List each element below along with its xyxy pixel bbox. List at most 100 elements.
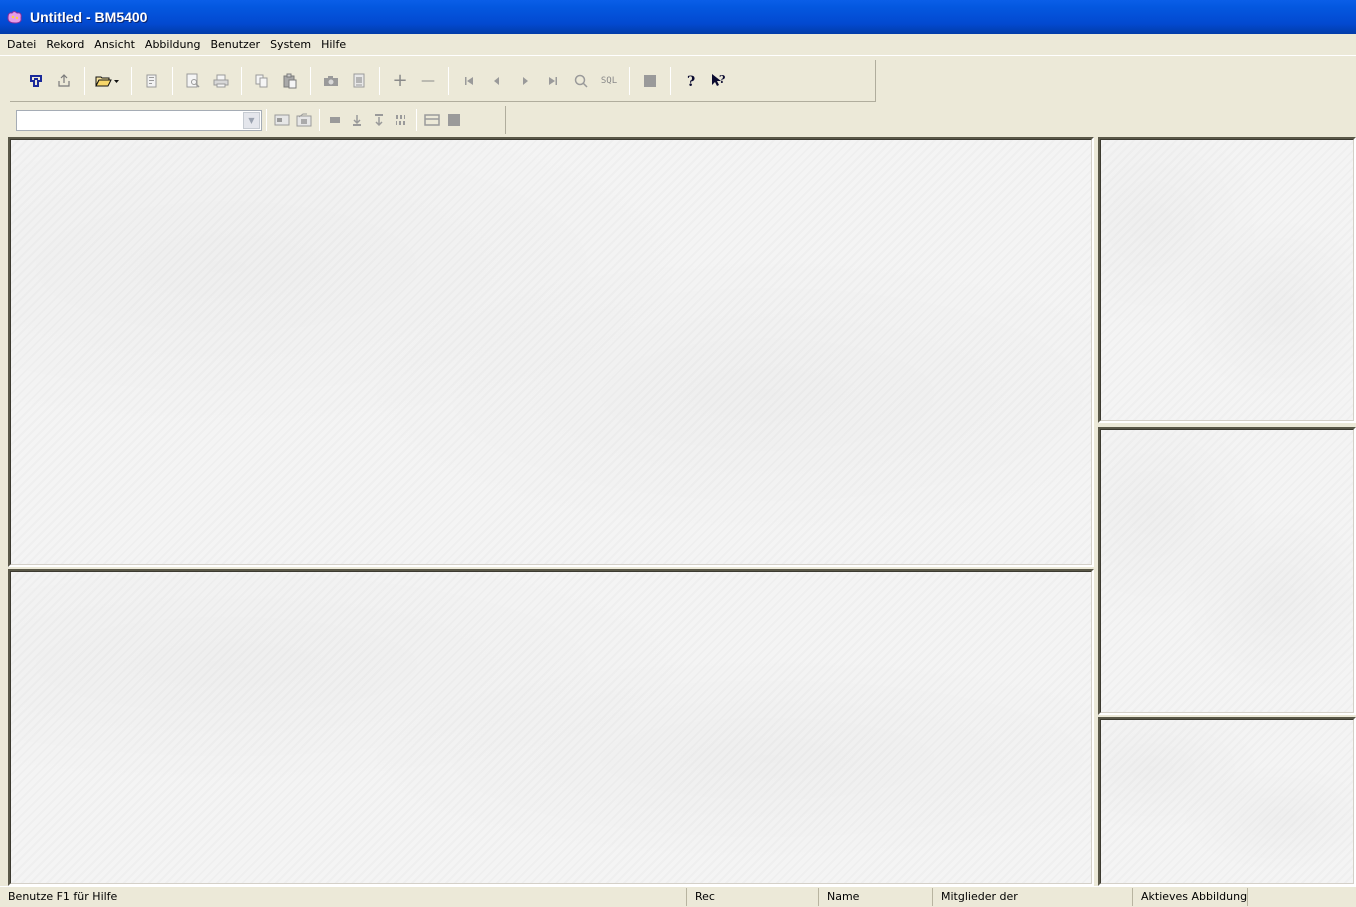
window-title: Untitled - BM5400 [30, 9, 148, 25]
paste-button[interactable] [276, 67, 304, 95]
open-button[interactable] [91, 67, 125, 95]
search-button[interactable] [567, 67, 595, 95]
last-icon [549, 76, 557, 85]
camera-icon [324, 75, 338, 86]
svg-text:?: ? [719, 73, 725, 86]
sort-desc-button[interactable] [368, 109, 390, 131]
record-combo[interactable]: ▼ [16, 109, 262, 131]
toolbar-separator [379, 66, 380, 95]
app-icon [6, 9, 24, 25]
camera-button[interactable] [317, 67, 345, 95]
previous-icon [494, 76, 499, 85]
next-record-button[interactable] [511, 67, 539, 95]
toolbar-separator [319, 109, 320, 131]
logout-button[interactable] [50, 67, 78, 95]
image-field-icon [296, 113, 312, 127]
scan-icon [353, 73, 365, 87]
binary-icon [396, 115, 405, 125]
form-view-button[interactable] [421, 109, 443, 131]
properties-icon [146, 74, 157, 87]
side-pane-top[interactable] [1098, 137, 1356, 423]
sort-desc-icon [375, 114, 383, 127]
secondary-toolbar: ▼ [10, 106, 506, 134]
grid-view-icon [448, 114, 460, 126]
print-preview-button[interactable] [179, 67, 207, 95]
field-icon [274, 114, 290, 126]
last-record-button[interactable] [539, 67, 567, 95]
toolbar-separator [84, 66, 85, 95]
status-bar: Benutze F1 für Hilfe Rec Name Mitglieder… [0, 886, 1356, 907]
help-button[interactable]: ? [677, 67, 705, 95]
toolbar-separator [310, 66, 311, 95]
properties-button[interactable] [138, 67, 166, 95]
pane-frame [10, 139, 1092, 565]
side-pane-bottom[interactable] [1098, 717, 1356, 886]
copy-button[interactable] [248, 67, 276, 95]
toolbar-separator [670, 66, 671, 95]
svg-text:?: ? [687, 74, 695, 89]
menu-rekord[interactable]: Rekord [41, 36, 89, 54]
first-record-button[interactable] [455, 67, 483, 95]
block-icon [330, 117, 340, 123]
first-icon [465, 76, 473, 85]
context-help-icon: ? [712, 73, 725, 86]
help-icon: ? [687, 74, 695, 89]
chevron-down-icon[interactable]: ▼ [243, 111, 260, 129]
paste-icon [283, 73, 297, 88]
print-preview-icon [186, 73, 200, 88]
sort-asc-icon [353, 115, 361, 126]
side-pane-middle[interactable] [1098, 427, 1356, 715]
status-rec: Rec [686, 888, 818, 906]
folder-open-icon [95, 76, 119, 86]
toolbar-separator [448, 66, 449, 95]
login-icon [30, 74, 42, 87]
status-help-text: Benutze F1 für Hilfe [8, 890, 118, 903]
menu-system[interactable]: System [265, 36, 316, 54]
toolbar-separator [266, 109, 267, 131]
main-toolbar: + — SQL ? ? [10, 60, 876, 102]
toolbar-separator [241, 66, 242, 95]
menu-ansicht[interactable]: Ansicht [89, 36, 140, 54]
toolbar-separator [131, 66, 132, 95]
pane-frame [10, 571, 1092, 884]
print-button[interactable] [207, 67, 235, 95]
title-bar: Untitled - BM5400 [0, 0, 1356, 34]
menu-abbildung[interactable]: Abbildung [140, 36, 206, 54]
main-pane-bottom[interactable] [8, 569, 1094, 886]
toolbar-separator [172, 66, 173, 95]
stop-icon [644, 74, 656, 87]
field-button[interactable] [271, 109, 293, 131]
menu-benutzer[interactable]: Benutzer [205, 36, 265, 54]
next-icon [523, 76, 528, 85]
copy-icon [255, 74, 268, 87]
pane-frame [1100, 429, 1354, 713]
pane-frame [1100, 139, 1354, 421]
toolbar-separator [629, 66, 630, 95]
menu-datei[interactable]: Datei [2, 36, 41, 54]
scan-button[interactable] [345, 67, 373, 95]
block-button[interactable] [324, 109, 346, 131]
sql-button[interactable]: SQL [595, 67, 623, 95]
logout-icon [58, 73, 70, 87]
stop-button[interactable] [636, 67, 664, 95]
menu-hilfe[interactable]: Hilfe [316, 36, 351, 54]
status-name: Name [818, 888, 932, 906]
context-help-button[interactable]: ? [705, 67, 733, 95]
status-members: Mitglieder der [932, 888, 1132, 906]
previous-record-button[interactable] [483, 67, 511, 95]
printer-icon [213, 74, 229, 87]
search-icon [574, 74, 588, 88]
form-view-icon [424, 114, 440, 126]
toolbar-area: + — SQL ? ? ▼ [0, 57, 1356, 137]
main-pane-top[interactable] [8, 137, 1094, 567]
image-field-button[interactable] [293, 109, 315, 131]
grid-view-button[interactable] [443, 109, 465, 131]
status-empty-cell [1247, 888, 1356, 906]
binary-button[interactable] [390, 109, 412, 131]
login-button[interactable] [22, 67, 50, 95]
toolbar-separator [416, 109, 417, 131]
delete-record-button[interactable]: — [414, 67, 442, 95]
add-record-button[interactable]: + [386, 67, 414, 95]
pane-frame [1100, 719, 1354, 884]
sort-asc-button[interactable] [346, 109, 368, 131]
